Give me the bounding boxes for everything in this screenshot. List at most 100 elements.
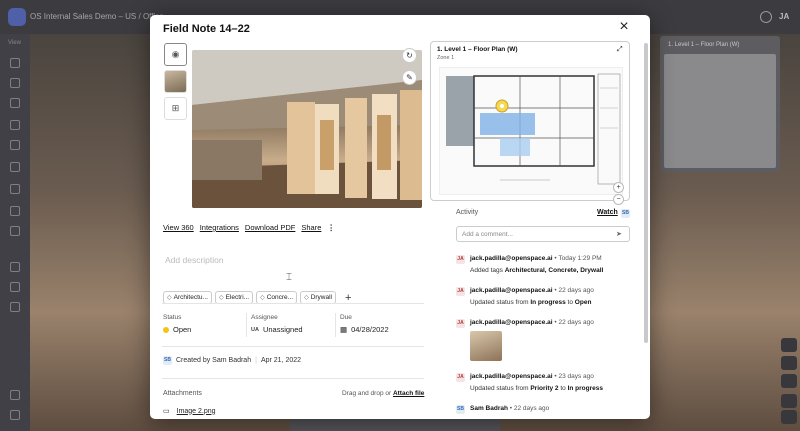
clock-icon[interactable] [10,184,20,194]
activity-prefix: Added tags [470,267,505,274]
divider [162,346,424,347]
activity-user: Sam Badrah [470,405,508,412]
attach-dropzone[interactable]: Drag and drop or Attach file [342,390,424,397]
tag-label: Architectu... [173,294,208,301]
checklist-icon[interactable] [10,162,20,172]
user-avatar[interactable]: JA [779,12,789,21]
media-thumbnails: ◉ ⊞ [164,43,190,124]
activity-user: jack.padilla@openspace.ai [470,319,553,326]
created-by-text: Created by Sam Badrah [176,357,252,364]
tag-label: Electri... [225,294,250,301]
activity-text: Added tags Architectural, Concrete, Dryw… [470,267,603,274]
attach-file-link[interactable]: Attach file [393,390,424,397]
activity-meta: jack.padilla@openspace.ai • 23 days ago [470,373,594,380]
activity-meta: jack.padilla@openspace.ai • 22 days ago [470,287,594,294]
divider [162,378,424,379]
sync-icon[interactable] [10,282,20,292]
avatar: SB [163,356,172,365]
comment-input[interactable]: Add a comment... [456,226,630,242]
created-by: SB Created by Sam Badrah | Apr 21, 2022 [163,356,302,365]
plan-zoom-out-button[interactable]: − [613,194,624,205]
measure-icon[interactable] [781,356,797,370]
plan-subtitle: Zone 1 [437,55,455,61]
eye-icon[interactable]: ◉ [164,43,187,66]
notes-icon[interactable] [10,120,20,130]
compass-icon[interactable] [781,338,797,352]
activity-from: In progress [530,299,566,306]
note-actions: View 360 Integrations Download PDF Share… [163,223,335,232]
home-icon[interactable] [10,58,20,68]
floor-plan-drawing[interactable] [439,67,623,195]
tag-icon: ◇ [260,295,265,301]
avatar: SB [456,405,465,414]
add-tag-button[interactable]: + [345,292,351,304]
breadcrumb: OS Internal Sales Demo – US / Office [30,12,164,21]
tag-label: Drywall [310,294,332,301]
activity-time: • 22 days ago [552,287,594,294]
status-dropdown[interactable]: Open [163,325,191,334]
markup-icon[interactable]: ✎ [402,70,417,85]
description-input[interactable]: Add description [165,255,224,265]
field-note-photo[interactable] [192,50,422,208]
activity-to: In progress [567,385,603,392]
activity-from: Priority 2 [530,385,559,392]
tools-icon[interactable] [10,226,20,236]
minimap-title: 1. Level 1 – Floor Plan (W) [668,42,740,48]
map-icon[interactable] [10,98,20,108]
download-pdf-link[interactable]: Download PDF [245,223,295,232]
more-options-icon[interactable]: ⋮ [327,223,335,232]
tag-icon: ◇ [304,295,309,301]
zoom-in-icon[interactable] [781,394,797,408]
zoom-out-icon[interactable] [781,410,797,424]
activity-mid: to [565,299,575,306]
settings-icon[interactable] [10,410,20,420]
modal-title: Field Note 14–22 [163,23,250,35]
integrations-link[interactable]: Integrations [200,223,239,232]
rotate-icon[interactable]: ↻ [402,48,417,63]
modal-scrollbar[interactable] [644,43,648,343]
help-icon[interactable] [760,11,772,23]
activity-meta: jack.padilla@openspace.ai • 22 days ago [470,319,594,326]
avatar: JA [456,373,465,382]
split-view-icon[interactable] [781,374,797,388]
status-value: Open [173,325,192,334]
activity-photo[interactable] [470,331,502,361]
activity-user: jack.padilla@openspace.ai [470,287,553,294]
floor-plan-graphic [446,73,621,185]
assignee-dropdown[interactable]: UA Unassigned [251,325,303,334]
activity-time: • 22 days ago [552,319,594,326]
sidebar-view-label: View [8,40,21,46]
send-icon[interactable]: ➤ [616,230,622,238]
watcher-avatar: SB [621,209,630,218]
activity-tags: Architectural, Concrete, Drywall [504,267,604,274]
help-circle-icon[interactable] [10,390,20,400]
avatar: JA [456,319,465,328]
file-icon: ▭ [163,408,170,415]
watch-button[interactable]: Watch [597,209,618,216]
app-logo [8,8,26,26]
due-date-picker[interactable]: ▦ 04/28/2022 [340,325,389,334]
view-360-link[interactable]: View 360 [163,223,194,232]
activity-to: Open [574,299,592,306]
document-icon[interactable] [10,140,20,150]
close-icon[interactable]: × [616,19,632,36]
stack-icon[interactable] [10,206,20,216]
expand-icon[interactable]: ⤢ [617,46,623,54]
attachments-label: Attachments [163,390,202,397]
floor-plan-card[interactable]: 1. Level 1 – Floor Plan (W) Zone 1 ⤢ + − [430,41,630,205]
attachment-file[interactable]: ▭ Image 2.png [163,407,216,416]
status-dot [163,326,169,333]
text-cursor-icon: ⌶ [286,272,292,283]
share-link[interactable]: Share [301,223,321,232]
report-icon[interactable] [10,302,20,312]
plan-zoom-in-button[interactable]: + [613,182,624,193]
drag-drop-text: Drag and drop or [342,390,392,397]
capture-icon[interactable] [10,262,20,272]
view-360-icon[interactable] [10,78,20,88]
add-media-icon[interactable]: ⊞ [164,97,187,120]
due-label: Due [340,314,352,321]
activity-prefix: Updated status from [470,299,531,306]
photo-thumbnail[interactable] [164,70,187,93]
plan-title: 1. Level 1 – Floor Plan (W) [437,46,518,53]
activity-time: • 22 days ago [507,405,550,412]
